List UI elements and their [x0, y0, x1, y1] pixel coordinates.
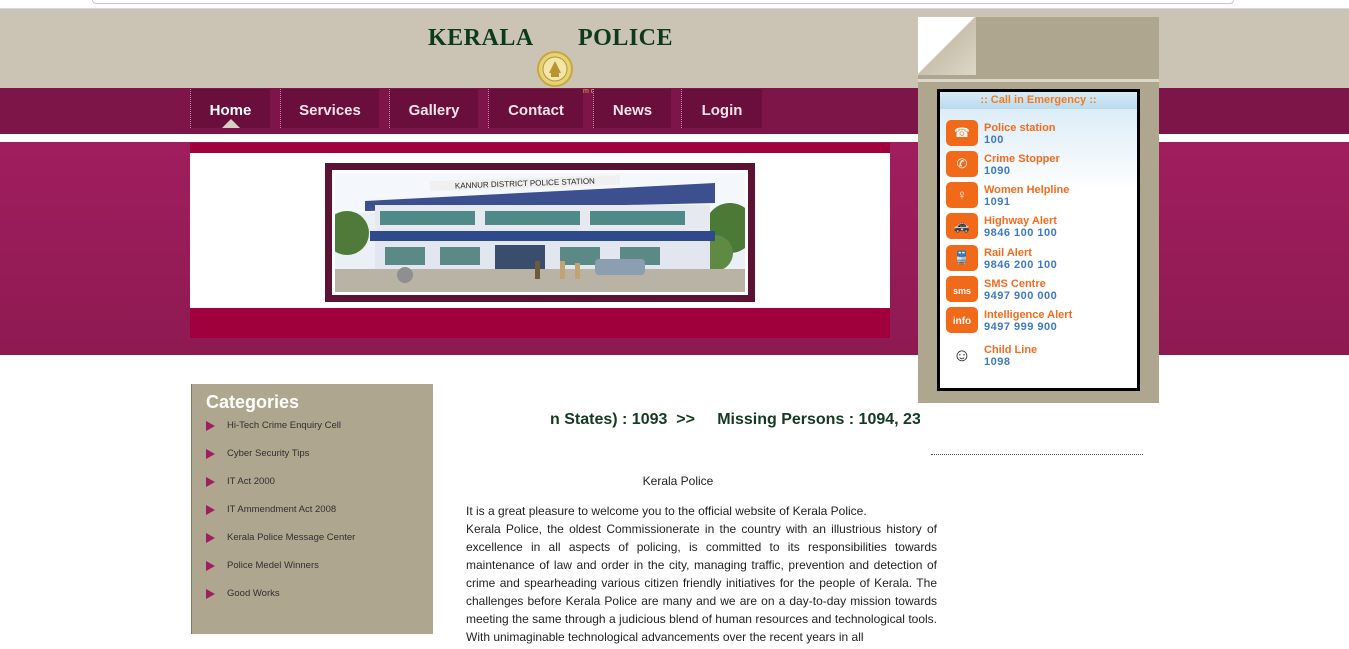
info-icon: info: [946, 307, 978, 333]
train-icon: 🚆: [946, 245, 978, 271]
police-station-illustration: KANNUR DISTRICT POLICE STATION: [335, 173, 745, 292]
emergency-number: 9846 200 100: [984, 259, 1058, 271]
category-link-good-works[interactable]: Good Works: [206, 588, 426, 602]
woman-helpline-icon: ♀: [946, 182, 978, 208]
emergency-label: Crime Stopper: [984, 153, 1060, 165]
emergency-item-rail-alert[interactable]: 🚆 Rail Alert 9846 200 100: [946, 245, 1136, 273]
sms-icon: sms: [946, 276, 978, 302]
emergency-item-police-station[interactable]: ☎ Police station 100: [946, 120, 1136, 148]
welcome-intro: It is a great pleasure to welcome you to…: [466, 504, 867, 518]
arrow-right-icon: [206, 505, 215, 515]
category-link-hi-tech-crime[interactable]: Hi-Tech Crime Enquiry Cell: [206, 420, 426, 434]
category-link-cyber-security[interactable]: Cyber Security Tips: [206, 448, 426, 462]
kerala-police-emblem-icon: [537, 51, 573, 87]
category-label: Cyber Security Tips: [227, 448, 310, 459]
police-car-icon: 🚓: [946, 213, 978, 239]
arrow-right-icon: [206, 449, 215, 459]
emergency-item-child-line[interactable]: ☺ Child Line 1098: [946, 342, 1136, 370]
category-link-message-center[interactable]: Kerala Police Message Center: [206, 532, 426, 546]
page-curl-decoration: [918, 17, 976, 75]
nav-login[interactable]: Login: [681, 89, 762, 128]
helpline-ticker[interactable]: n States) : 1093 >> Missing Persons : 10…: [550, 408, 920, 432]
category-link-it-act[interactable]: IT Act 2000: [206, 476, 426, 490]
emergency-number: 1090: [984, 165, 1011, 177]
banner-photo-frame: KANNUR DISTRICT POLICE STATION: [325, 163, 755, 302]
emergency-label: Police station: [984, 122, 1056, 134]
emergency-label: SMS Centre: [984, 278, 1046, 290]
welcome-body: Kerala Police, the oldest Commissionerat…: [466, 522, 937, 644]
brand-title-left: KERALA: [428, 25, 534, 51]
police-station-photo: KANNUR DISTRICT POLICE STATION: [332, 170, 748, 295]
arrow-right-icon: [206, 589, 215, 599]
child-icon: ☺: [946, 342, 978, 368]
emergency-item-crime-stopper[interactable]: ✆ Crime Stopper 1090: [946, 151, 1136, 179]
category-link-it-amendment[interactable]: IT Ammendment Act 2008: [206, 504, 426, 518]
nav-active-indicator: [222, 119, 240, 128]
emergency-label: Women Helpline: [984, 184, 1070, 196]
emergency-panel-top: [976, 17, 1159, 79]
emergency-item-highway-alert[interactable]: 🚓 Highway Alert 9846 100 100: [946, 213, 1136, 241]
emergency-number: 100: [984, 134, 1004, 146]
handset-icon: ✆: [946, 151, 978, 177]
browser-strip: [0, 0, 1349, 9]
nav-gallery[interactable]: Gallery: [389, 89, 478, 128]
category-label: Kerala Police Message Center: [227, 532, 356, 543]
emergency-number: 9497 999 900: [984, 321, 1058, 333]
category-label: IT Ammendment Act 2008: [227, 504, 337, 515]
brand-title-right: POLICE: [578, 25, 674, 51]
emergency-label: Highway Alert: [984, 215, 1057, 227]
arrow-right-icon: [206, 421, 215, 431]
emergency-number: 9497 900 000: [984, 290, 1058, 302]
category-label: IT Act 2000: [227, 476, 275, 487]
content-title: Kerala Police: [642, 474, 714, 488]
dotted-divider: [931, 454, 1143, 455]
address-bar[interactable]: [92, 0, 1234, 4]
category-label: Good Works: [227, 588, 280, 599]
arrow-right-icon: [206, 561, 215, 571]
emergency-label: Child Line: [984, 344, 1038, 356]
nav-contact[interactable]: Contact: [488, 89, 583, 128]
emergency-number: 1091: [984, 196, 1011, 208]
ticker-text: n States) : 1093 >> Missing Persons : 10…: [550, 411, 920, 428]
emergency-label: Rail Alert: [984, 247, 1032, 259]
nav-services[interactable]: Services: [280, 89, 379, 128]
emergency-item-intelligence-alert[interactable]: info Intelligence Alert 9497 999 900: [946, 307, 1136, 335]
category-link-medal-winners[interactable]: Police Medel Winners: [206, 560, 426, 574]
emergency-label: Intelligence Alert: [984, 309, 1073, 321]
emergency-number: 9846 100 100: [984, 227, 1058, 239]
emergency-number: 1098: [984, 356, 1011, 368]
welcome-text: It is a great pleasure to welcome you to…: [466, 502, 937, 646]
arrow-right-icon: [206, 533, 215, 543]
emergency-title: :: Call in Emergency ::: [940, 92, 1137, 109]
emergency-item-sms-centre[interactable]: sms SMS Centre 9497 900 000: [946, 276, 1136, 304]
arrow-right-icon: [206, 477, 215, 487]
category-label: Hi-Tech Crime Enquiry Cell: [227, 420, 342, 431]
emergency-panel-divider: [918, 79, 1159, 82]
categories-title: Categories: [206, 392, 300, 412]
nav-news[interactable]: News: [593, 89, 671, 128]
category-label: Police Medel Winners: [227, 560, 319, 571]
telephone-icon: ☎: [946, 120, 978, 146]
emergency-item-women-helpline[interactable]: ♀ Women Helpline 1091: [946, 182, 1136, 210]
